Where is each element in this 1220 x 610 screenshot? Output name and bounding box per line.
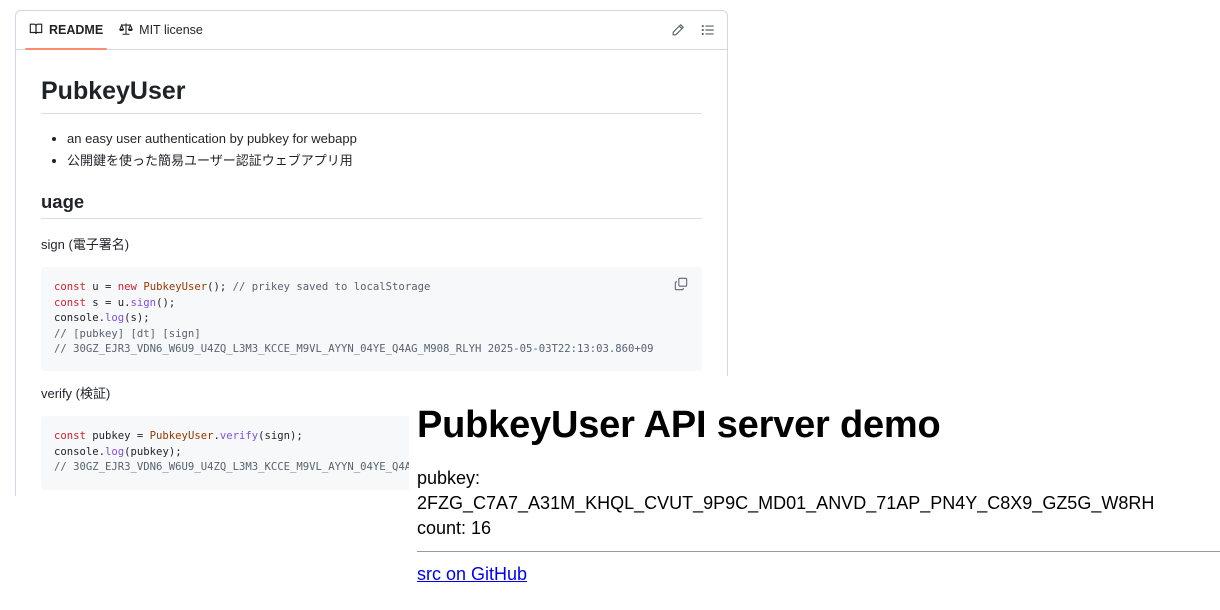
code-token: sign [130, 296, 157, 309]
code-token: (sign); [258, 430, 303, 442]
feature-list: an easy user authentication by pubkey fo… [41, 128, 702, 172]
code-token: const [54, 296, 86, 309]
github-source-link[interactable]: src on GitHub [417, 564, 527, 585]
api-demo-window: PubkeyUser API server demo pubkey: 2FZG_… [409, 376, 1220, 610]
code-comment: // 30GZ_EJR3_VDN6_W6U9_U4ZQ_L3M3_KCCE_M9… [54, 343, 654, 356]
readme-actions [671, 11, 717, 50]
sign-code-block: const u = new PubkeyUser(); // prikey sa… [41, 267, 702, 371]
copy-icon[interactable] [674, 277, 690, 293]
code-comment: // prikey saved to localStorage [232, 281, 431, 293]
code-token: log [105, 312, 125, 325]
outline-list-icon[interactable] [701, 23, 717, 39]
book-icon [29, 22, 43, 39]
pubkey-readout: pubkey: 2FZG_C7A7_A31M_KHQL_CVUT_9P9C_MD… [417, 468, 1155, 513]
code-token: const [54, 430, 86, 442]
code-token: const [54, 281, 86, 293]
code-token: u = [85, 281, 118, 293]
code-comment: // [pubkey] [dt] [sign] [54, 327, 201, 340]
count-readout: count: 16 [417, 518, 492, 538]
readme-tab-bar: README MIT license [16, 11, 727, 50]
code-token: s = u. [85, 296, 131, 309]
pencil-icon[interactable] [671, 23, 687, 39]
code-token: verify [219, 430, 259, 442]
code-token: console. [54, 312, 106, 325]
code-token: PubkeyUser [149, 430, 214, 442]
section-heading: uage [41, 191, 702, 219]
code-token: log [105, 445, 125, 458]
code-token: pubkey = [85, 430, 150, 442]
code-token: (); [156, 296, 176, 309]
tab-license[interactable]: MIT license [111, 11, 211, 49]
code-token: PubkeyUser [143, 281, 208, 293]
code-token: console. [54, 445, 106, 458]
tab-license-label: MIT license [139, 23, 203, 37]
divider [417, 551, 1220, 552]
scale-icon [119, 22, 134, 39]
tab-readme-label: README [49, 23, 104, 37]
demo-title: PubkeyUser API server demo [417, 404, 941, 446]
demo-info: pubkey: 2FZG_C7A7_A31M_KHQL_CVUT_9P9C_MD… [417, 466, 1220, 541]
code-token: (s); [124, 312, 150, 325]
code-token: new [117, 281, 137, 293]
sign-label: sign (電子署名) [41, 237, 130, 252]
list-item: 公開鍵を使った簡易ユーザー認証ウェブアプリ用 [67, 150, 702, 172]
code-token: (); [207, 281, 233, 293]
tab-readme[interactable]: README [21, 11, 111, 50]
list-item: an easy user authentication by pubkey fo… [67, 128, 702, 150]
readme-title: PubkeyUser [41, 77, 702, 114]
code-token: (pubkey); [124, 445, 182, 458]
